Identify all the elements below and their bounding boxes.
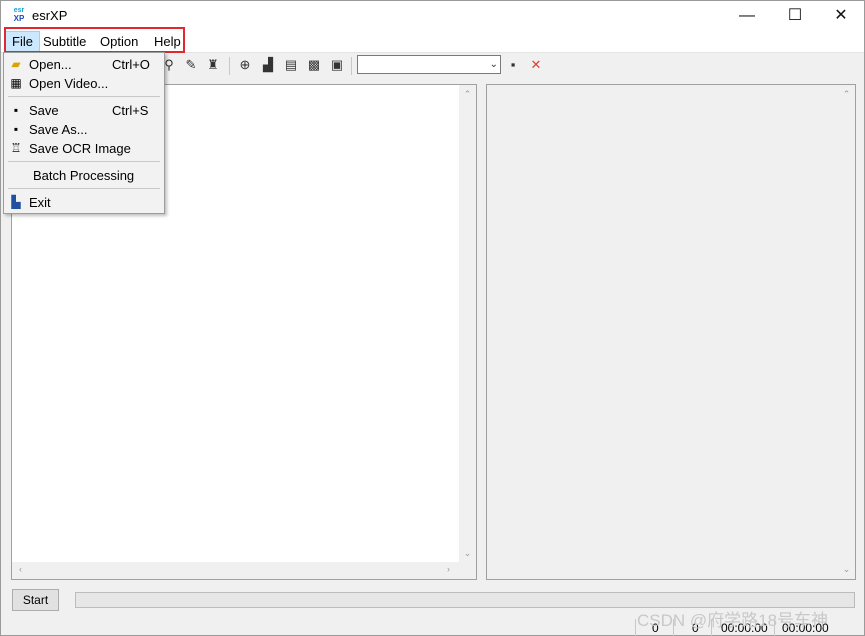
status-divider xyxy=(635,619,636,636)
scroll-up-icon[interactable]: ⌃ xyxy=(459,89,476,100)
trophy-icon[interactable]: ♜ xyxy=(205,57,221,73)
close-button[interactable]: ✕ xyxy=(818,1,864,31)
scroll-left-icon[interactable]: ‹ xyxy=(12,564,29,574)
edit-page-icon[interactable]: ✎ xyxy=(183,57,199,73)
menu-save-ocr-image[interactable]: ♖ Save OCR Image xyxy=(4,139,164,158)
stairs-icon[interactable]: ▟ xyxy=(260,57,276,73)
minimize-button[interactable]: — xyxy=(724,1,770,31)
app-window: esr XP esrXP — ☐ ✕ File Subtitle Option … xyxy=(0,0,865,636)
subtitle-combo-box[interactable]: ⌄ xyxy=(357,55,501,74)
toolbar-separator xyxy=(351,57,352,75)
start-button[interactable]: Start xyxy=(12,589,59,611)
chevron-down-icon[interactable]: ⌄ xyxy=(490,56,498,73)
floppy-disk-icon[interactable]: ▪ xyxy=(505,57,521,73)
menu-separator xyxy=(8,188,160,189)
scroll-right-icon[interactable]: › xyxy=(440,564,457,574)
watermark-text: CSDN @府学路18号车神 xyxy=(637,611,829,630)
menu-batch-processing[interactable]: Batch Processing xyxy=(4,166,164,185)
vertical-scrollbar[interactable]: ⌃ ⌄ xyxy=(459,85,476,579)
menu-save[interactable]: ▪ Save Ctrl+S xyxy=(4,101,164,120)
video-icon: ▦ xyxy=(10,76,22,90)
menu-separator xyxy=(8,161,160,162)
toolbar-separator xyxy=(229,57,230,75)
window-title: esrXP xyxy=(32,8,68,23)
subtitle-text-panel[interactable]: ⌃ ⌄ xyxy=(486,84,856,580)
scroll-down-icon[interactable]: ⌄ xyxy=(459,548,476,559)
menu-exit[interactable]: ▙ Exit xyxy=(4,193,164,212)
floppy-disk-icon: ▪ xyxy=(13,103,19,117)
color-palette-icon[interactable]: ▩ xyxy=(306,57,322,73)
save-as-icon: ▪ xyxy=(13,122,19,136)
menu-save-as[interactable]: ▪ Save As... xyxy=(4,120,164,139)
menu-open[interactable]: ▰ Open... Ctrl+O xyxy=(4,55,164,74)
vertical-scrollbar[interactable]: ⌃ ⌄ xyxy=(838,85,855,579)
ocr-image-icon: ♖ xyxy=(10,141,22,155)
horizontal-scrollbar[interactable]: ‹ › xyxy=(12,562,476,579)
text-image-icon[interactable]: ▣ xyxy=(329,57,345,73)
scroll-up-icon[interactable]: ⌃ xyxy=(838,89,855,100)
menu-separator xyxy=(8,96,160,97)
menu-open-video[interactable]: ▦ Open Video... xyxy=(4,74,164,93)
file-menu-dropdown: ▰ Open... Ctrl+O ▦ Open Video... ▪ Save … xyxy=(3,52,165,214)
document-icon[interactable]: ▤ xyxy=(283,57,299,73)
zoom-in-icon[interactable]: ⊕ xyxy=(237,57,253,73)
maximize-button[interactable]: ☐ xyxy=(772,1,818,31)
exit-door-icon: ▙ xyxy=(11,195,21,209)
scroll-down-icon[interactable]: ⌄ xyxy=(838,564,855,575)
app-logo-icon: esr XP xyxy=(13,7,25,23)
red-x-icon[interactable]: ✕ xyxy=(528,57,544,73)
open-folder-icon: ▰ xyxy=(11,57,21,71)
menu-highlight-box xyxy=(4,27,185,53)
